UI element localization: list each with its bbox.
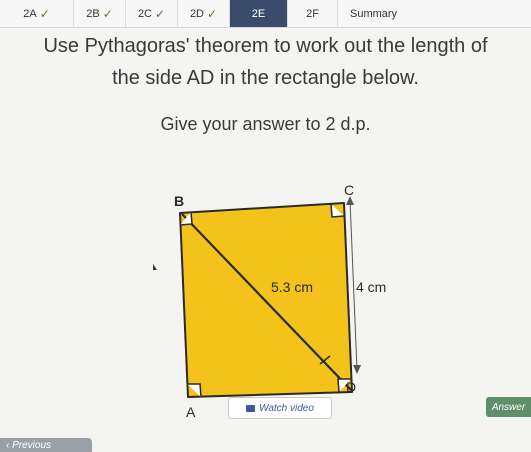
vertex-c-label: C xyxy=(344,182,354,198)
video-icon xyxy=(246,404,256,412)
watch-video-label: Watch video xyxy=(259,402,314,414)
watch-video-button[interactable]: Watch video xyxy=(228,397,332,419)
rectangle-diagram: B C A D 5.3 cm 4 cm xyxy=(153,182,386,420)
answer-button[interactable]: Answer xyxy=(486,397,531,417)
previous-button[interactable]: ‹ Previous xyxy=(0,438,92,452)
arrowhead-bottom xyxy=(353,365,361,374)
vertex-b-label: B xyxy=(174,193,184,209)
cursor-icon xyxy=(153,264,157,270)
vertex-d-label: D xyxy=(346,379,356,395)
vertex-a-label: A xyxy=(186,404,196,420)
diagonal-length-label: 5.3 cm xyxy=(271,279,313,295)
side-cd-length-label: 4 cm xyxy=(356,279,386,295)
